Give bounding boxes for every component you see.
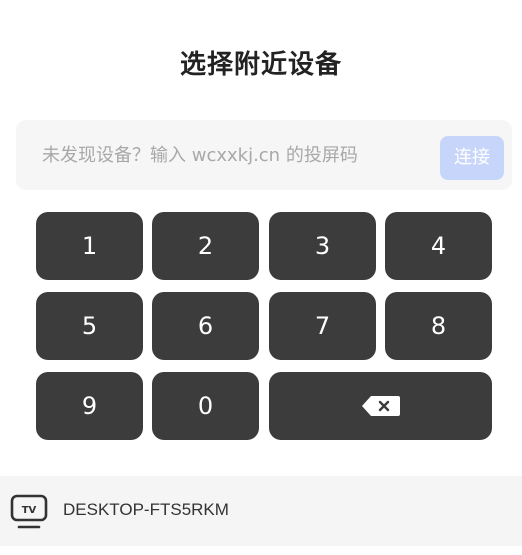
page-title: 选择附近设备 [179, 50, 342, 80]
key-7[interactable]: 7 [269, 292, 376, 360]
key-9[interactable]: 9 [36, 372, 143, 440]
device-name: DESKTOP-FTS5RKM [63, 500, 229, 519]
key-5[interactable]: 5 [36, 292, 143, 360]
numeric-keypad: 1 2 3 4 5 6 7 8 9 0 [36, 212, 492, 440]
connect-button[interactable]: 连接 [440, 136, 504, 180]
backspace-key[interactable] [269, 372, 492, 440]
cast-code-bar: 连接 [16, 120, 512, 190]
key-0[interactable]: 0 [152, 372, 259, 440]
key-2[interactable]: 2 [152, 212, 259, 280]
backspace-icon [361, 396, 400, 416]
key-1[interactable]: 1 [36, 212, 143, 280]
key-3[interactable]: 3 [269, 212, 376, 280]
key-6[interactable]: 6 [152, 292, 259, 360]
tv-icon-label: TV [22, 505, 37, 516]
select-device-screen: 选择附近设备 连接 1 2 3 4 5 6 7 8 9 0 TV DESKTOP… [0, 0, 522, 555]
cast-code-input[interactable] [42, 120, 442, 190]
key-8[interactable]: 8 [385, 292, 492, 360]
tv-icon: TV [10, 494, 48, 529]
key-4[interactable]: 4 [385, 212, 492, 280]
device-list-item[interactable]: TV DESKTOP-FTS5RKM [0, 476, 522, 546]
